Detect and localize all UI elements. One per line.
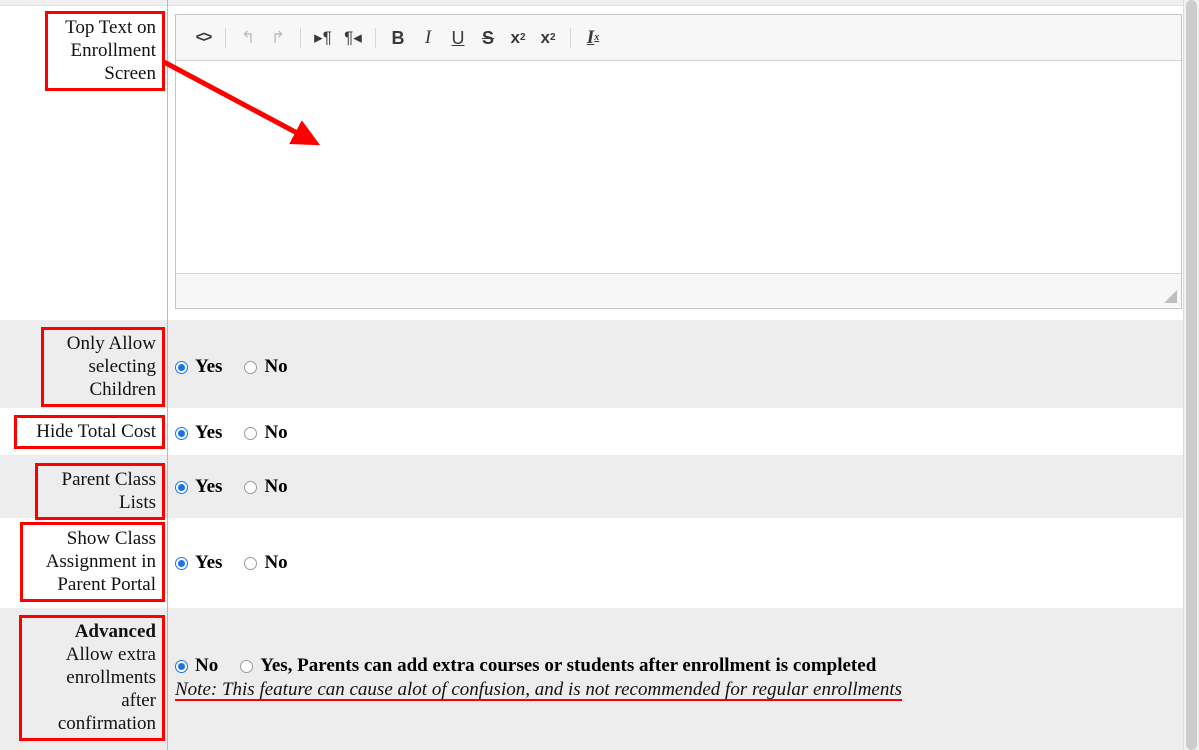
radio-indicator-no[interactable] bbox=[244, 480, 258, 494]
label-line: Lists bbox=[119, 492, 156, 513]
radio-option-yes[interactable]: Yes bbox=[175, 552, 222, 574]
radio-label-yes: Yes bbox=[195, 476, 223, 497]
radiogroup-hide-total-cost[interactable]: Yes No bbox=[175, 422, 310, 444]
label-parent-class-lists: Parent Class Lists bbox=[35, 463, 165, 520]
radio-label-yes: Yes bbox=[195, 356, 223, 377]
radio-indicator-yes[interactable] bbox=[175, 360, 188, 374]
radio-indicator-no[interactable] bbox=[244, 426, 258, 440]
radio-option-no[interactable]: No bbox=[244, 356, 288, 378]
top-text-richtext-editor[interactable]: <> ↰ ↱ ▸¶ ¶◂ B I U S x2 x2 Ix bbox=[175, 14, 1182, 309]
italic-icon[interactable]: I bbox=[413, 23, 443, 53]
resize-grip-icon[interactable] bbox=[1164, 290, 1177, 303]
label-line: Assignment in bbox=[45, 551, 156, 572]
label-line: Hide Total Cost bbox=[36, 421, 156, 442]
label-advanced-allow-extra-enrollments: Advanced Allow extra enrollments after c… bbox=[19, 615, 165, 741]
label-line: Children bbox=[89, 379, 157, 400]
radio-label-yes: Yes, Parents can add extra courses or st… bbox=[260, 655, 877, 676]
label-hide-total-cost: Hide Total Cost bbox=[14, 415, 165, 449]
editor-content-area[interactable] bbox=[176, 61, 1181, 273]
advanced-enrollment-settings: No Yes, Parents can add extra courses or… bbox=[175, 655, 1175, 701]
radio-option-yes[interactable]: Yes bbox=[175, 356, 222, 378]
advanced-note-text: Note: This feature can cause alot of con… bbox=[175, 679, 903, 700]
radio-label-no: No bbox=[264, 422, 288, 443]
toolbar-separator bbox=[300, 27, 301, 48]
vertical-scrollbar-track[interactable] bbox=[1183, 0, 1199, 750]
radio-indicator-yes[interactable] bbox=[175, 480, 188, 494]
radiogroup-allow-extra-enrollments[interactable]: No Yes, Parents can add extra courses or… bbox=[175, 655, 1175, 677]
label-only-allow-selecting-children: Only Allow selecting Children bbox=[41, 327, 165, 407]
vertical-scrollbar-thumb[interactable] bbox=[1186, 0, 1197, 750]
underline-icon[interactable]: U bbox=[443, 23, 473, 53]
radio-indicator-no[interactable] bbox=[175, 659, 188, 673]
radio-indicator-yes[interactable] bbox=[175, 556, 188, 570]
label-line: enrollments bbox=[66, 667, 156, 688]
editor-footer bbox=[176, 273, 1181, 307]
superscript-icon[interactable]: x2 bbox=[533, 23, 563, 53]
label-line: Parent Portal bbox=[57, 574, 156, 595]
label-line: Parent Class bbox=[61, 469, 156, 490]
radio-option-yes[interactable]: Yes, Parents can add extra courses or st… bbox=[240, 655, 876, 677]
label-line: Allow extra bbox=[65, 644, 156, 665]
label-top-text-on-enrollment-screen: Top Text on Enrollment Screen bbox=[45, 11, 165, 91]
radio-label-yes: Yes bbox=[195, 552, 223, 573]
label-show-class-assignment-in-parent-portal: Show Class Assignment in Parent Portal bbox=[20, 522, 165, 602]
toolbar-separator bbox=[570, 27, 571, 48]
radio-indicator-yes[interactable] bbox=[175, 426, 188, 440]
label-line: selecting bbox=[88, 356, 156, 377]
radiogroup-show-class-assignment-in-parent-portal[interactable]: Yes No bbox=[175, 552, 310, 574]
strikethrough-icon[interactable]: S bbox=[473, 23, 503, 53]
label-column-divider bbox=[167, 0, 168, 750]
subscript-base: x bbox=[510, 28, 520, 47]
label-line: Only Allow bbox=[66, 333, 156, 354]
bold-icon[interactable]: B bbox=[383, 23, 413, 53]
remove-format-icon[interactable]: Ix bbox=[578, 23, 608, 53]
editor-toolbar: <> ↰ ↱ ▸¶ ¶◂ B I U S x2 x2 Ix bbox=[176, 15, 1181, 61]
label-line: confirmation bbox=[57, 713, 156, 734]
label-heading: Advanced bbox=[74, 621, 156, 642]
text-direction-ltr-icon[interactable]: ▸¶ bbox=[308, 23, 338, 53]
radio-option-yes[interactable]: Yes bbox=[175, 476, 222, 498]
label-line: after bbox=[121, 690, 156, 711]
radio-label-no: No bbox=[264, 476, 288, 497]
subscript-icon[interactable]: x2 bbox=[503, 23, 533, 53]
toolbar-separator bbox=[225, 27, 226, 48]
redo-icon[interactable]: ↱ bbox=[263, 23, 293, 53]
radio-option-no[interactable]: No bbox=[244, 476, 288, 498]
radiogroup-parent-class-lists[interactable]: Yes No bbox=[175, 476, 310, 498]
settings-page: Top Text on Enrollment Screen Only Allow… bbox=[0, 0, 1199, 750]
superscript-base: x bbox=[540, 28, 550, 47]
undo-icon[interactable]: ↰ bbox=[233, 23, 263, 53]
radio-label-no: No bbox=[195, 655, 219, 676]
label-line: Screen bbox=[104, 63, 156, 84]
toolbar-separator bbox=[375, 27, 376, 48]
text-direction-rtl-icon[interactable]: ¶◂ bbox=[338, 23, 368, 53]
radio-label-yes: Yes bbox=[195, 422, 223, 443]
radio-option-no[interactable]: No bbox=[175, 655, 218, 677]
radio-label-no: No bbox=[264, 356, 288, 377]
label-line: Show Class bbox=[66, 528, 156, 549]
radiogroup-only-allow-selecting-children[interactable]: Yes No bbox=[175, 356, 310, 378]
radio-label-no: No bbox=[264, 552, 288, 573]
radio-option-yes[interactable]: Yes bbox=[175, 422, 222, 444]
label-line: Enrollment bbox=[70, 40, 156, 61]
radio-indicator-yes[interactable] bbox=[240, 659, 254, 673]
label-line: Top Text on bbox=[65, 17, 156, 38]
radio-option-no[interactable]: No bbox=[244, 422, 288, 444]
radio-indicator-no[interactable] bbox=[244, 556, 258, 570]
radio-option-no[interactable]: No bbox=[244, 552, 288, 574]
radio-indicator-no[interactable] bbox=[244, 360, 258, 374]
source-icon[interactable]: <> bbox=[188, 23, 218, 53]
